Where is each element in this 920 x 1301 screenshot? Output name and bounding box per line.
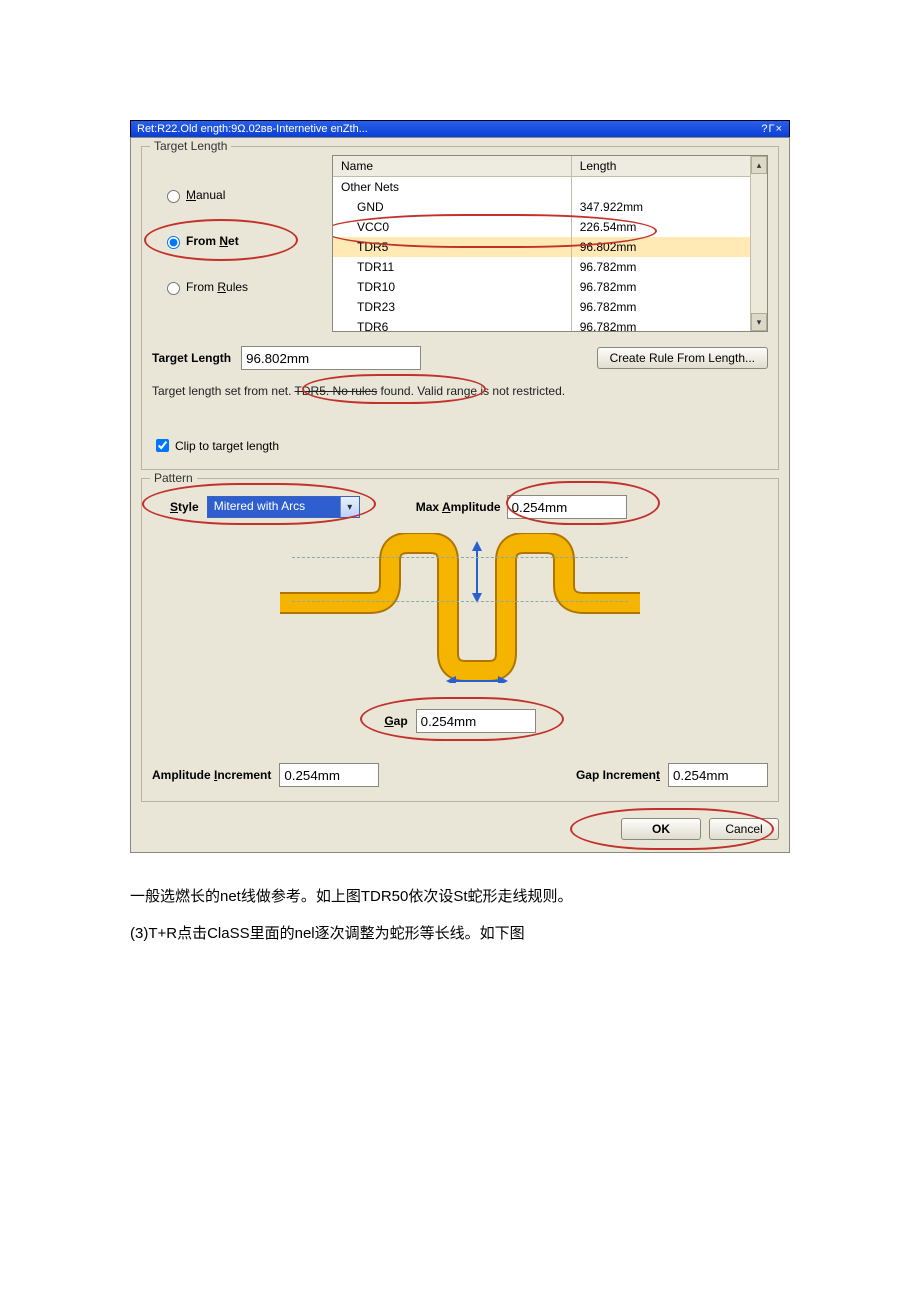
window-control-buttons[interactable]: ?Γ×: [761, 123, 783, 135]
table-header: Name Length: [333, 156, 767, 177]
max-amplitude-label: Max Amplitude: [416, 500, 501, 514]
max-amplitude-input[interactable]: [507, 495, 627, 519]
caption-text-1: 一般选燃长的net线做参考。如上图TDR50依次设St蛇形走线规则。: [130, 883, 790, 910]
style-label: Style: [170, 500, 199, 514]
pattern-group-title: Pattern: [150, 471, 197, 485]
scroll-up-icon[interactable]: ▴: [751, 156, 767, 174]
target-length-input[interactable]: [241, 346, 421, 370]
col-header-name[interactable]: Name: [333, 156, 572, 176]
radio-from-rules[interactable]: From Rules: [162, 279, 332, 295]
radio-from-net[interactable]: From Net: [162, 233, 332, 249]
pattern-group: Pattern Style Mitered with Arcs ▾ Max Am…: [141, 478, 779, 802]
serpentine-svg: [280, 533, 640, 683]
radio-from-net-input[interactable]: [167, 236, 180, 249]
radio-from-rules-input[interactable]: [167, 282, 180, 295]
table-row[interactable]: TDR696.782mm: [333, 317, 767, 332]
scroll-down-icon[interactable]: ▾: [751, 313, 767, 331]
radio-column: MManualanual From Net From Rules: [152, 155, 332, 332]
gap-input[interactable]: [416, 709, 536, 733]
table-scrollbar[interactable]: ▴ ▾: [750, 156, 767, 331]
gap-increment-input[interactable]: [668, 763, 768, 787]
window-title: Ret:R22.Old ength:9Ω.02ʙʙ-Internetive en…: [137, 123, 368, 135]
amplitude-increment-label: Amplitude Increment: [152, 768, 271, 782]
radio-from-net-label: From Net: [186, 234, 239, 248]
table-row[interactable]: VCC0226.54mm: [333, 217, 767, 237]
table-category-row[interactable]: Other Nets: [333, 177, 767, 197]
target-length-label: Target Length: [152, 351, 231, 365]
clip-checkbox-row[interactable]: Clip to target length: [152, 436, 768, 455]
clip-checkbox-label: Clip to target length: [175, 439, 279, 453]
chevron-down-icon[interactable]: ▾: [340, 497, 359, 517]
cancel-button[interactable]: Cancel: [709, 818, 779, 840]
nets-table[interactable]: Name Length Other NetsGND347.922mmVCC022…: [332, 155, 768, 332]
dialog-body: Target Length MManualanual From Net From: [130, 137, 790, 853]
col-header-length[interactable]: Length: [572, 156, 767, 176]
gap-increment-label: Gap Increment: [576, 768, 660, 782]
target-length-group: Target Length MManualanual From Net From: [141, 146, 779, 470]
amplitude-increment-input[interactable]: [279, 763, 379, 787]
caption-text-2: (3)T+R点击ClaSS里面的nel逐次调整为蛇形等长线。如下图: [130, 920, 790, 947]
window-titlebar: Ret:R22.Old ength:9Ω.02ʙʙ-Internetive en…: [130, 120, 790, 137]
create-rule-button[interactable]: Create Rule From Length...: [597, 347, 768, 369]
target-length-group-title: Target Length: [150, 139, 231, 153]
radio-manual[interactable]: MManualanual: [162, 187, 332, 203]
table-row[interactable]: TDR596.802mm: [333, 237, 767, 257]
style-combo[interactable]: Mitered with Arcs ▾: [207, 496, 360, 518]
radio-from-rules-label: From Rules: [186, 280, 248, 294]
style-combo-value: Mitered with Arcs: [208, 497, 340, 517]
status-text: Target length set from net. TDR5. No rul…: [152, 384, 768, 398]
table-row[interactable]: TDR2396.782mm: [333, 297, 767, 317]
radio-manual-label: MManualanual: [186, 188, 225, 202]
ok-button[interactable]: OK: [621, 818, 701, 840]
table-row[interactable]: GND347.922mm: [333, 197, 767, 217]
radio-manual-input[interactable]: [167, 190, 180, 203]
table-row[interactable]: TDR1096.782mm: [333, 277, 767, 297]
gap-label: Gap: [384, 714, 407, 728]
serpentine-preview: [172, 533, 748, 703]
clip-checkbox[interactable]: [156, 439, 169, 452]
table-row[interactable]: TDR1196.782mm: [333, 257, 767, 277]
